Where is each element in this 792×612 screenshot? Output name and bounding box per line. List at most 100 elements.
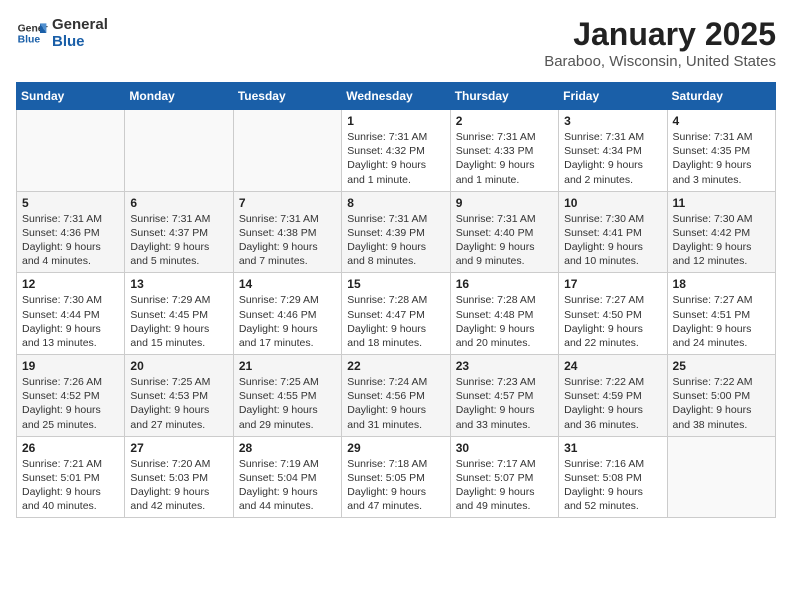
day-number: 3 — [564, 114, 661, 128]
svg-text:Blue: Blue — [18, 35, 41, 46]
day-number: 16 — [456, 277, 553, 291]
calendar-cell: 19 Sunrise: 7:26 AM Sunset: 4:52 PM Dayli… — [17, 355, 125, 437]
calendar-cell: 10Sunrise: 7:30 AM Sunset: 4:41 PM Dayli… — [559, 191, 667, 273]
day-info: Sunrise: 7:22 AM Sunset: 5:00 PM Dayligh… — [673, 375, 770, 432]
calendar-cell: 25 Sunrise: 7:22 AM Sunset: 5:00 PM Dayli… — [667, 355, 775, 437]
calendar-cell: 15 Sunrise: 7:28 AM Sunset: 4:47 PM Dayli… — [342, 273, 450, 355]
calendar-cell: 4 Sunrise: 7:31 AM Sunset: 4:35 PM Daylig… — [667, 110, 775, 192]
day-info: Sunrise: 7:29 AM Sunset: 4:46 PM Dayligh… — [239, 293, 336, 350]
day-number: 9 — [456, 196, 553, 210]
day-number: 4 — [673, 114, 770, 128]
calendar-cell: 22 Sunrise: 7:24 AM Sunset: 4:56 PM Dayli… — [342, 355, 450, 437]
calendar-week-row: 5 Sunrise: 7:31 AM Sunset: 4:36 PM Daylig… — [17, 191, 776, 273]
calendar-cell: 11Sunrise: 7:30 AM Sunset: 4:42 PM Dayli… — [667, 191, 775, 273]
day-number: 18 — [673, 277, 770, 291]
calendar-cell: 6 Sunrise: 7:31 AM Sunset: 4:37 PM Daylig… — [125, 191, 233, 273]
day-number: 15 — [347, 277, 444, 291]
calendar-cell: 18 Sunrise: 7:27 AM Sunset: 4:51 PM Dayli… — [667, 273, 775, 355]
calendar-cell: 7 Sunrise: 7:31 AM Sunset: 4:38 PM Daylig… — [233, 191, 341, 273]
weekday-header-thursday: Thursday — [450, 83, 558, 110]
day-number: 23 — [456, 359, 553, 373]
calendar-week-row: 19 Sunrise: 7:26 AM Sunset: 4:52 PM Dayli… — [17, 355, 776, 437]
calendar-table: SundayMondayTuesdayWednesdayThursdayFrid… — [16, 82, 776, 518]
calendar-cell — [125, 110, 233, 192]
calendar-cell: 14Sunrise: 7:29 AM Sunset: 4:46 PM Dayli… — [233, 273, 341, 355]
calendar-cell — [667, 436, 775, 518]
weekday-header-wednesday: Wednesday — [342, 83, 450, 110]
location-title: Baraboo, Wisconsin, United States — [544, 53, 776, 70]
day-info: Sunrise: 7:31 AM Sunset: 4:37 PM Dayligh… — [130, 212, 227, 269]
day-number: 31 — [564, 441, 661, 455]
day-number: 20 — [130, 359, 227, 373]
day-info: Sunrise: 7:27 AM Sunset: 4:51 PM Dayligh… — [673, 293, 770, 350]
day-number: 24 — [564, 359, 661, 373]
day-number: 26 — [22, 441, 119, 455]
day-info: Sunrise: 7:26 AM Sunset: 4:52 PM Dayligh… — [22, 375, 119, 432]
calendar-cell: 26 Sunrise: 7:21 AM Sunset: 5:01 PM Dayli… — [17, 436, 125, 518]
day-number: 11 — [673, 196, 770, 210]
calendar-cell: 1 Sunrise: 7:31 AM Sunset: 4:32 PM Daylig… — [342, 110, 450, 192]
day-number: 27 — [130, 441, 227, 455]
day-number: 1 — [347, 114, 444, 128]
day-info: Sunrise: 7:31 AM Sunset: 4:32 PM Dayligh… — [347, 130, 444, 187]
day-info: Sunrise: 7:27 AM Sunset: 4:50 PM Dayligh… — [564, 293, 661, 350]
day-number: 22 — [347, 359, 444, 373]
day-info: Sunrise: 7:23 AM Sunset: 4:57 PM Dayligh… — [456, 375, 553, 432]
day-info: Sunrise: 7:31 AM Sunset: 4:34 PM Dayligh… — [564, 130, 661, 187]
day-number: 28 — [239, 441, 336, 455]
weekday-header-saturday: Saturday — [667, 83, 775, 110]
day-info: Sunrise: 7:31 AM Sunset: 4:40 PM Dayligh… — [456, 212, 553, 269]
month-title: January 2025 — [544, 16, 776, 53]
day-number: 7 — [239, 196, 336, 210]
weekday-header-row: SundayMondayTuesdayWednesdayThursdayFrid… — [17, 83, 776, 110]
day-info: Sunrise: 7:31 AM Sunset: 4:36 PM Dayligh… — [22, 212, 119, 269]
calendar-cell: 31 Sunrise: 7:16 AM Sunset: 5:08 PM Dayli… — [559, 436, 667, 518]
calendar-cell: 13 Sunrise: 7:29 AM Sunset: 4:45 PM Dayli… — [125, 273, 233, 355]
calendar-week-row: 26 Sunrise: 7:21 AM Sunset: 5:01 PM Dayli… — [17, 436, 776, 518]
day-number: 29 — [347, 441, 444, 455]
day-info: Sunrise: 7:21 AM Sunset: 5:01 PM Dayligh… — [22, 457, 119, 514]
logo-blue: Blue — [52, 33, 108, 50]
day-number: 19 — [22, 359, 119, 373]
day-info: Sunrise: 7:16 AM Sunset: 5:08 PM Dayligh… — [564, 457, 661, 514]
day-info: Sunrise: 7:25 AM Sunset: 4:55 PM Dayligh… — [239, 375, 336, 432]
calendar-cell: 8Sunrise: 7:31 AM Sunset: 4:39 PM Daylig… — [342, 191, 450, 273]
day-info: Sunrise: 7:19 AM Sunset: 5:04 PM Dayligh… — [239, 457, 336, 514]
day-info: Sunrise: 7:28 AM Sunset: 4:48 PM Dayligh… — [456, 293, 553, 350]
calendar-cell: 3 Sunrise: 7:31 AM Sunset: 4:34 PM Daylig… — [559, 110, 667, 192]
day-number: 6 — [130, 196, 227, 210]
day-number: 17 — [564, 277, 661, 291]
calendar-cell: 27 Sunrise: 7:20 AM Sunset: 5:03 PM Dayli… — [125, 436, 233, 518]
day-info: Sunrise: 7:22 AM Sunset: 4:59 PM Dayligh… — [564, 375, 661, 432]
day-info: Sunrise: 7:30 AM Sunset: 4:41 PM Dayligh… — [564, 212, 661, 269]
day-info: Sunrise: 7:24 AM Sunset: 4:56 PM Dayligh… — [347, 375, 444, 432]
day-info: Sunrise: 7:17 AM Sunset: 5:07 PM Dayligh… — [456, 457, 553, 514]
page-header: General Blue General Blue January 2025 B… — [16, 16, 776, 70]
day-info: Sunrise: 7:20 AM Sunset: 5:03 PM Dayligh… — [130, 457, 227, 514]
day-number: 8 — [347, 196, 444, 210]
day-info: Sunrise: 7:30 AM Sunset: 4:44 PM Dayligh… — [22, 293, 119, 350]
calendar-week-row: 1 Sunrise: 7:31 AM Sunset: 4:32 PM Daylig… — [17, 110, 776, 192]
calendar-cell: 23 Sunrise: 7:23 AM Sunset: 4:57 PM Dayli… — [450, 355, 558, 437]
logo-general: General — [52, 16, 108, 33]
weekday-header-friday: Friday — [559, 83, 667, 110]
day-number: 25 — [673, 359, 770, 373]
calendar-cell: 30 Sunrise: 7:17 AM Sunset: 5:07 PM Dayli… — [450, 436, 558, 518]
day-info: Sunrise: 7:29 AM Sunset: 4:45 PM Dayligh… — [130, 293, 227, 350]
calendar-cell: 5 Sunrise: 7:31 AM Sunset: 4:36 PM Daylig… — [17, 191, 125, 273]
day-info: Sunrise: 7:31 AM Sunset: 4:38 PM Dayligh… — [239, 212, 336, 269]
logo: General Blue General Blue — [16, 16, 108, 50]
title-block: January 2025 Baraboo, Wisconsin, United … — [544, 16, 776, 70]
day-number: 21 — [239, 359, 336, 373]
day-info: Sunrise: 7:25 AM Sunset: 4:53 PM Dayligh… — [130, 375, 227, 432]
day-info: Sunrise: 7:31 AM Sunset: 4:35 PM Dayligh… — [673, 130, 770, 187]
calendar-cell: 28 Sunrise: 7:19 AM Sunset: 5:04 PM Dayli… — [233, 436, 341, 518]
calendar-cell: 17 Sunrise: 7:27 AM Sunset: 4:50 PM Dayli… — [559, 273, 667, 355]
day-number: 13 — [130, 277, 227, 291]
weekday-header-sunday: Sunday — [17, 83, 125, 110]
day-number: 30 — [456, 441, 553, 455]
day-info: Sunrise: 7:31 AM Sunset: 4:33 PM Dayligh… — [456, 130, 553, 187]
day-number: 2 — [456, 114, 553, 128]
day-info: Sunrise: 7:28 AM Sunset: 4:47 PM Dayligh… — [347, 293, 444, 350]
day-number: 5 — [22, 196, 119, 210]
